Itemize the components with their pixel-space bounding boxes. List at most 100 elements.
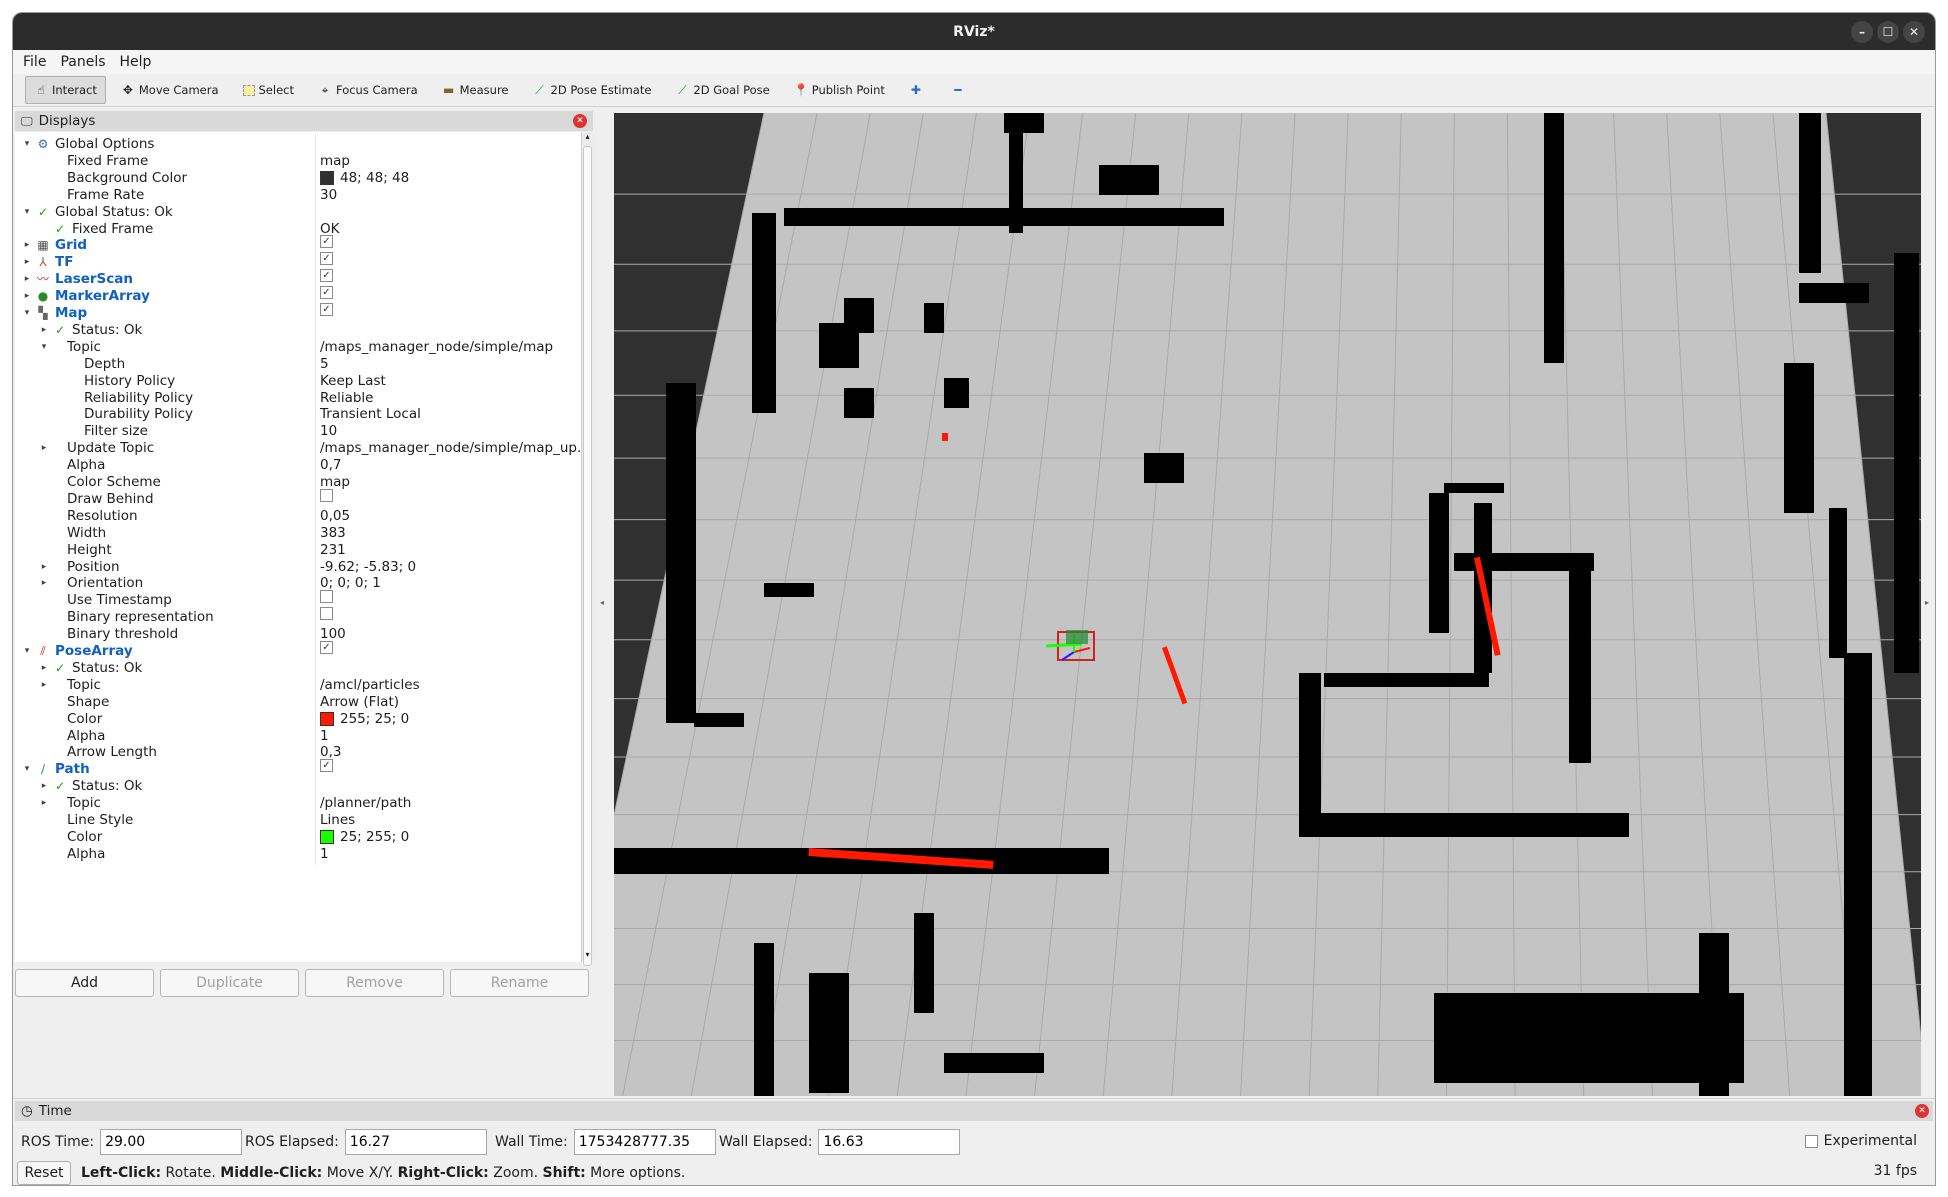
publish-point-tool[interactable]: 📍 Publish Point xyxy=(785,76,894,104)
color-swatch[interactable] xyxy=(320,830,334,845)
ros-elapsed-group: ROS Elapsed: xyxy=(245,1129,487,1155)
map-render[interactable] xyxy=(614,113,1921,1096)
rename-button[interactable]: Rename xyxy=(450,969,589,997)
time-panel: ◷ Time ✕ ROS Time: ROS Elapsed: Wall Tim… xyxy=(13,1098,1935,1185)
wall-segment xyxy=(1829,508,1847,658)
tree-row-value[interactable]: ✓ xyxy=(320,286,333,300)
displays-scrollbar[interactable]: ▴ ▾ xyxy=(581,132,593,966)
wall-time-group: Wall Time: xyxy=(495,1129,716,1155)
enabled-checkbox[interactable]: ✓ xyxy=(320,252,333,266)
wall-elapsed-label: Wall Elapsed: xyxy=(719,1134,813,1150)
menu-panels[interactable]: Panels xyxy=(60,54,105,70)
select-tool[interactable]: Select xyxy=(234,76,303,104)
enabled-checkbox[interactable]: ✓ xyxy=(320,303,333,316)
wall-time-field[interactable] xyxy=(573,1129,716,1155)
rviz-window: RViz* – ☐ ✕ File Panels Help ☝ Interact ✥… xyxy=(12,12,1936,1186)
collapse-right-icon[interactable]: ▸ xyxy=(1925,598,1929,607)
experimental-toggle[interactable]: Experimental xyxy=(1804,1133,1917,1149)
title-bar: RViz* – ☐ ✕ xyxy=(13,13,1935,50)
hint-left-key: Left-Click: xyxy=(81,1165,162,1181)
ros-elapsed-field[interactable] xyxy=(344,1129,487,1155)
hand-icon: ☝ xyxy=(37,83,45,97)
tree-row-value[interactable]: ✓ xyxy=(320,269,333,283)
tree-row-value[interactable]: ✓ xyxy=(320,641,333,654)
wall-segment xyxy=(1784,363,1814,513)
goal-pose-icon: ⟋ xyxy=(678,83,687,97)
ros-time-field[interactable] xyxy=(100,1129,243,1155)
left-splitter[interactable]: ◂ xyxy=(595,113,614,1096)
enabled-checkbox[interactable]: ✓ xyxy=(320,286,333,300)
move-camera-tool[interactable]: ✥ Move Camera xyxy=(112,76,228,104)
displays-title: Displays xyxy=(38,113,96,129)
tree-row-value[interactable]: ✓ xyxy=(320,759,333,773)
close-time-panel-icon[interactable]: ✕ xyxy=(1915,1104,1929,1118)
close-button[interactable]: ✕ xyxy=(1903,21,1925,43)
enabled-checkbox[interactable]: ✓ xyxy=(320,269,333,283)
tree-row-value[interactable]: ✓ xyxy=(320,252,333,266)
tree-row-value[interactable]: ✓ xyxy=(320,303,333,316)
experimental-label: Experimental xyxy=(1823,1133,1917,1149)
collapse-left-icon[interactable]: ◂ xyxy=(600,598,604,607)
tree-row[interactable]: Alpha 1 xyxy=(15,843,581,865)
tree-row-value[interactable] xyxy=(320,488,333,502)
enabled-checkbox[interactable] xyxy=(320,488,333,502)
minimize-button[interactable]: – xyxy=(1851,21,1873,43)
tree-row-value[interactable] xyxy=(320,607,333,621)
maximize-button[interactable]: ☐ xyxy=(1877,21,1899,43)
interact-tool[interactable]: ☝ Interact xyxy=(25,76,106,104)
enabled-checkbox[interactable]: ✓ xyxy=(320,235,333,249)
experimental-checkbox[interactable] xyxy=(1804,1134,1818,1148)
wall-segment xyxy=(1894,253,1919,673)
scroll-thumb[interactable] xyxy=(583,146,592,966)
enabled-checkbox[interactable]: ✓ xyxy=(320,759,333,773)
remove-button[interactable]: Remove xyxy=(305,969,444,997)
right-splitter[interactable]: ▸ xyxy=(1921,113,1935,1096)
tree-row-label: Alpha xyxy=(67,845,106,862)
wall-segment xyxy=(754,943,774,1096)
wall-elapsed-field[interactable] xyxy=(818,1129,961,1155)
time-panel-header: ◷ Time ✕ xyxy=(15,1101,1933,1121)
tree-row-value[interactable]: 1 xyxy=(320,844,329,865)
window-title: RViz* xyxy=(953,23,995,40)
measure-tool[interactable]: ▬ Measure xyxy=(433,76,518,104)
plus-icon: ✚ xyxy=(910,83,921,97)
pose-estimate-tool[interactable]: ⟋ 2D Pose Estimate xyxy=(524,76,661,104)
wall-segment xyxy=(694,713,744,727)
color-swatch[interactable] xyxy=(320,171,334,186)
goal-pose-tool[interactable]: ⟋ 2D Goal Pose xyxy=(666,76,778,104)
add-button[interactable]: Add xyxy=(15,969,154,997)
menu-file[interactable]: File xyxy=(23,54,46,70)
wall-segment xyxy=(1444,483,1504,493)
displays-tree: ▾ ⚙ Global Options Fixed Frame map Background… xyxy=(15,132,581,962)
move-camera-icon: ✥ xyxy=(122,83,133,97)
displays-button-row: Add Duplicate Remove Rename xyxy=(15,969,595,999)
monitor-icon: 🖵 xyxy=(21,113,33,128)
column-separator xyxy=(315,843,316,865)
minus-icon: ━ xyxy=(954,83,962,97)
wall-segment xyxy=(1799,113,1821,273)
menu-help[interactable]: Help xyxy=(120,54,152,70)
wall-segment xyxy=(924,303,944,333)
pose-estimate-icon: ⟋ xyxy=(535,83,544,97)
fps-readout: 31 fps xyxy=(1873,1163,1917,1179)
color-swatch[interactable] xyxy=(320,712,334,727)
scroll-down-icon[interactable]: ▾ xyxy=(582,950,593,962)
duplicate-button[interactable]: Duplicate xyxy=(160,969,299,997)
remove-tool-button[interactable]: ━ xyxy=(942,76,978,104)
wall-segment xyxy=(819,323,859,368)
wall-segment xyxy=(1144,453,1184,483)
enabled-checkbox[interactable]: ✓ xyxy=(320,641,333,654)
enabled-checkbox[interactable] xyxy=(320,590,333,604)
tree-row-value[interactable]: ✓ xyxy=(320,235,333,249)
wall-segment xyxy=(1004,113,1044,133)
wall-segment xyxy=(1569,563,1591,763)
render-viewport[interactable] xyxy=(614,113,1921,1096)
focus-camera-tool[interactable]: ⌖ Focus Camera xyxy=(309,76,427,104)
tree-row-value[interactable] xyxy=(320,590,333,604)
scroll-up-icon[interactable]: ▴ xyxy=(582,132,593,144)
reset-button[interactable]: Reset xyxy=(17,1161,71,1185)
wall-segment xyxy=(1299,673,1321,833)
close-panel-icon[interactable]: ✕ xyxy=(573,114,587,128)
enabled-checkbox[interactable] xyxy=(320,607,333,621)
add-tool-button[interactable]: ✚ xyxy=(900,76,936,104)
